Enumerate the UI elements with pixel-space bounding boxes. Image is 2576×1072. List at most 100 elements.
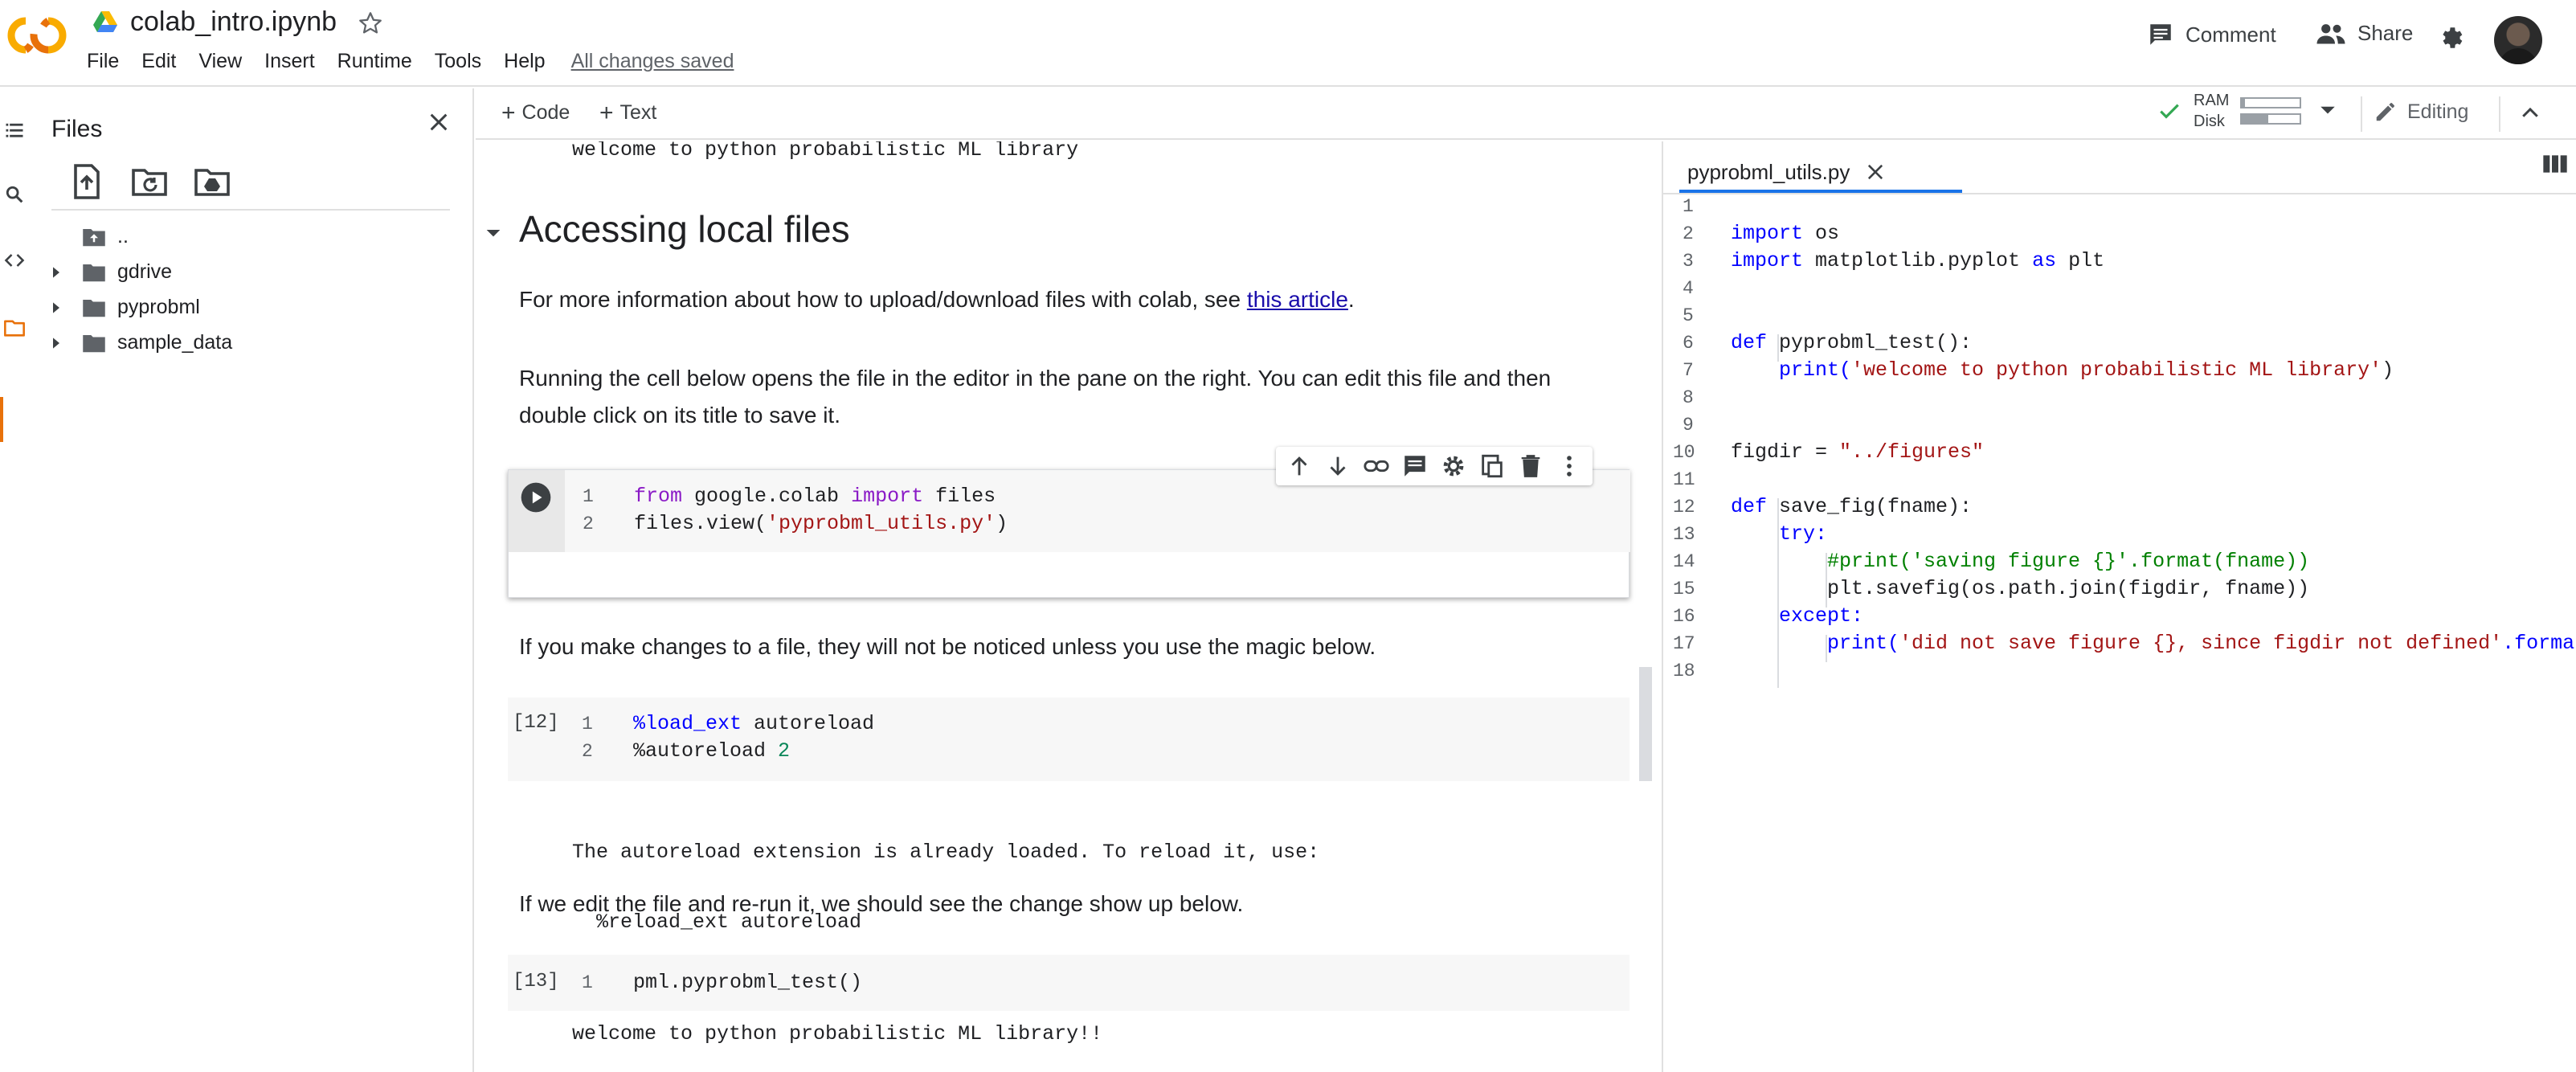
search-icon[interactable] [3, 183, 26, 206]
article-link[interactable]: this article [1247, 287, 1348, 312]
line-number: 16 [1673, 606, 1695, 627]
menu-tools[interactable]: Tools [435, 50, 481, 73]
line-number: 13 [1673, 524, 1695, 545]
tree-item-label: sample_data [117, 331, 233, 354]
caret-right-icon[interactable] [45, 301, 67, 314]
line-number: 6 [1683, 333, 1694, 354]
settings-cell-icon[interactable] [1440, 452, 1467, 480]
cell-output: welcome to python probabilistic ML libra… [572, 141, 1079, 162]
menu-bar: File Edit View Insert Runtime Tools Help… [87, 50, 734, 73]
colab-logo[interactable] [5, 14, 69, 56]
pencil-icon [2374, 100, 2398, 124]
caret-right-icon[interactable] [45, 337, 67, 350]
code-line: files.view('pyprobml_utils.py') [634, 512, 1008, 535]
notebook-scrollbar[interactable] [1639, 667, 1652, 781]
code-line: print('did not save figure {}, since fig… [1827, 632, 2574, 655]
line-number: 9 [1683, 415, 1694, 436]
line-number: 7 [1683, 360, 1694, 381]
comment-label: Comment [2186, 22, 2276, 47]
code-line: import matplotlib.pyplot as plt [1731, 249, 2105, 272]
line-number: 12 [1673, 497, 1695, 518]
save-status[interactable]: All changes saved [571, 50, 734, 73]
editor-tab-label: pyprobml_utils.py [1687, 159, 1850, 184]
code-line: print('welcome to python probabilistic M… [1779, 358, 2394, 382]
disk-meter [2240, 113, 2302, 125]
toolbar-separator [2499, 96, 2500, 132]
line-number: 18 [1673, 661, 1695, 681]
menu-view[interactable]: View [198, 50, 242, 73]
comment-cell-icon[interactable] [1401, 452, 1429, 480]
code-line: import os [1731, 222, 1840, 245]
editor-tab[interactable]: pyprobml_utils.py [1687, 151, 1887, 193]
add-code-button[interactable]: + Code [501, 100, 570, 125]
mirror-cell-icon[interactable] [1478, 452, 1506, 480]
star-icon[interactable] [357, 10, 384, 37]
comment-button[interactable]: Comment [2147, 21, 2276, 48]
section-heading: Accessing local files [519, 208, 850, 250]
menu-help[interactable]: Help [504, 50, 545, 73]
menu-insert[interactable]: Insert [264, 50, 315, 73]
run-icon[interactable] [520, 481, 552, 513]
code-line: #print('saving figure {}'.format(fname)) [1827, 550, 2310, 573]
split-view-icon[interactable] [2542, 153, 2568, 175]
arrow-up-icon[interactable] [1286, 452, 1313, 480]
editing-mode-button[interactable]: Editing [2374, 100, 2468, 124]
drive-icon[interactable] [93, 11, 117, 32]
output-line: The autoreload extension is already load… [572, 841, 1320, 864]
chevron-up-icon[interactable] [2518, 101, 2542, 125]
folder-icon [82, 262, 106, 283]
drive-mount-icon[interactable] [193, 162, 231, 201]
code-icon[interactable] [3, 249, 26, 272]
tree-item-parent[interactable]: .. [45, 225, 129, 248]
tree-item-gdrive[interactable]: gdrive [45, 260, 172, 284]
tree-item-sample-data[interactable]: sample_data [45, 331, 232, 354]
upload-icon[interactable] [67, 162, 106, 201]
resource-monitor[interactable]: RAM Disk [2157, 90, 2337, 132]
link-icon[interactable] [1363, 452, 1390, 480]
code-line: figdir = "../figures" [1731, 440, 1985, 464]
paragraph-line: double click on its title to save it. [519, 403, 840, 428]
close-icon[interactable] [426, 109, 452, 135]
notebook-title[interactable]: colab_intro.ipynb [130, 6, 337, 38]
side-rail [0, 88, 32, 1072]
code-line: def save_fig(fname): [1731, 495, 1973, 518]
plus-icon: + [599, 99, 614, 126]
menu-file[interactable]: File [87, 50, 119, 73]
caret-right-icon[interactable] [45, 266, 67, 279]
paragraph-line: Running the cell below opens the file in… [519, 366, 1552, 391]
line-number: 2 [1683, 223, 1694, 244]
folder-icon[interactable] [3, 317, 26, 339]
line-number: 1 [1683, 196, 1694, 217]
avatar[interactable] [2494, 16, 2542, 64]
refresh-folder-icon[interactable] [130, 162, 169, 201]
line-number: 15 [1673, 579, 1695, 599]
add-text-button[interactable]: + Text [599, 99, 656, 126]
tree-item-label: pyprobml [117, 296, 200, 318]
cell-toolbar [1276, 447, 1593, 485]
markdown-paragraph: If you make changes to a file, they will… [519, 634, 1376, 659]
delete-icon[interactable] [1517, 452, 1544, 480]
share-button[interactable]: Share [2316, 21, 2413, 46]
code-cell[interactable]: [13] 1 pml.pyprobml_test() [508, 955, 1629, 1011]
code-cell[interactable]: [12] 1 %load_ext autoreload 2 %autoreloa… [508, 698, 1629, 781]
more-vert-icon[interactable] [1556, 452, 1583, 480]
check-icon [2157, 98, 2182, 124]
files-divider [51, 209, 450, 211]
toc-icon[interactable] [3, 119, 26, 141]
code-cell[interactable]: 1 from google.colab import files 2 files… [508, 469, 1630, 598]
editing-label: Editing [2407, 100, 2469, 123]
close-icon[interactable] [1864, 161, 1887, 183]
share-icon [2316, 22, 2346, 46]
line-number: 8 [1683, 387, 1694, 408]
paragraph-text: . [1347, 287, 1355, 312]
markdown-paragraph: For more information about how to upload… [519, 281, 1355, 318]
tree-item-pyprobml[interactable]: pyprobml [45, 296, 200, 319]
cell-output: welcome to python probabilistic ML libra… [572, 1022, 1103, 1045]
menu-edit[interactable]: Edit [141, 50, 176, 73]
gear-icon[interactable] [2438, 24, 2465, 51]
chevron-down-icon[interactable] [2319, 105, 2337, 117]
section-toggle[interactable] [485, 228, 501, 239]
menu-runtime[interactable]: Runtime [337, 50, 412, 73]
code-line: plt.savefig(os.path.join(figdir, fname)) [1827, 577, 2310, 600]
arrow-down-icon[interactable] [1324, 452, 1351, 480]
